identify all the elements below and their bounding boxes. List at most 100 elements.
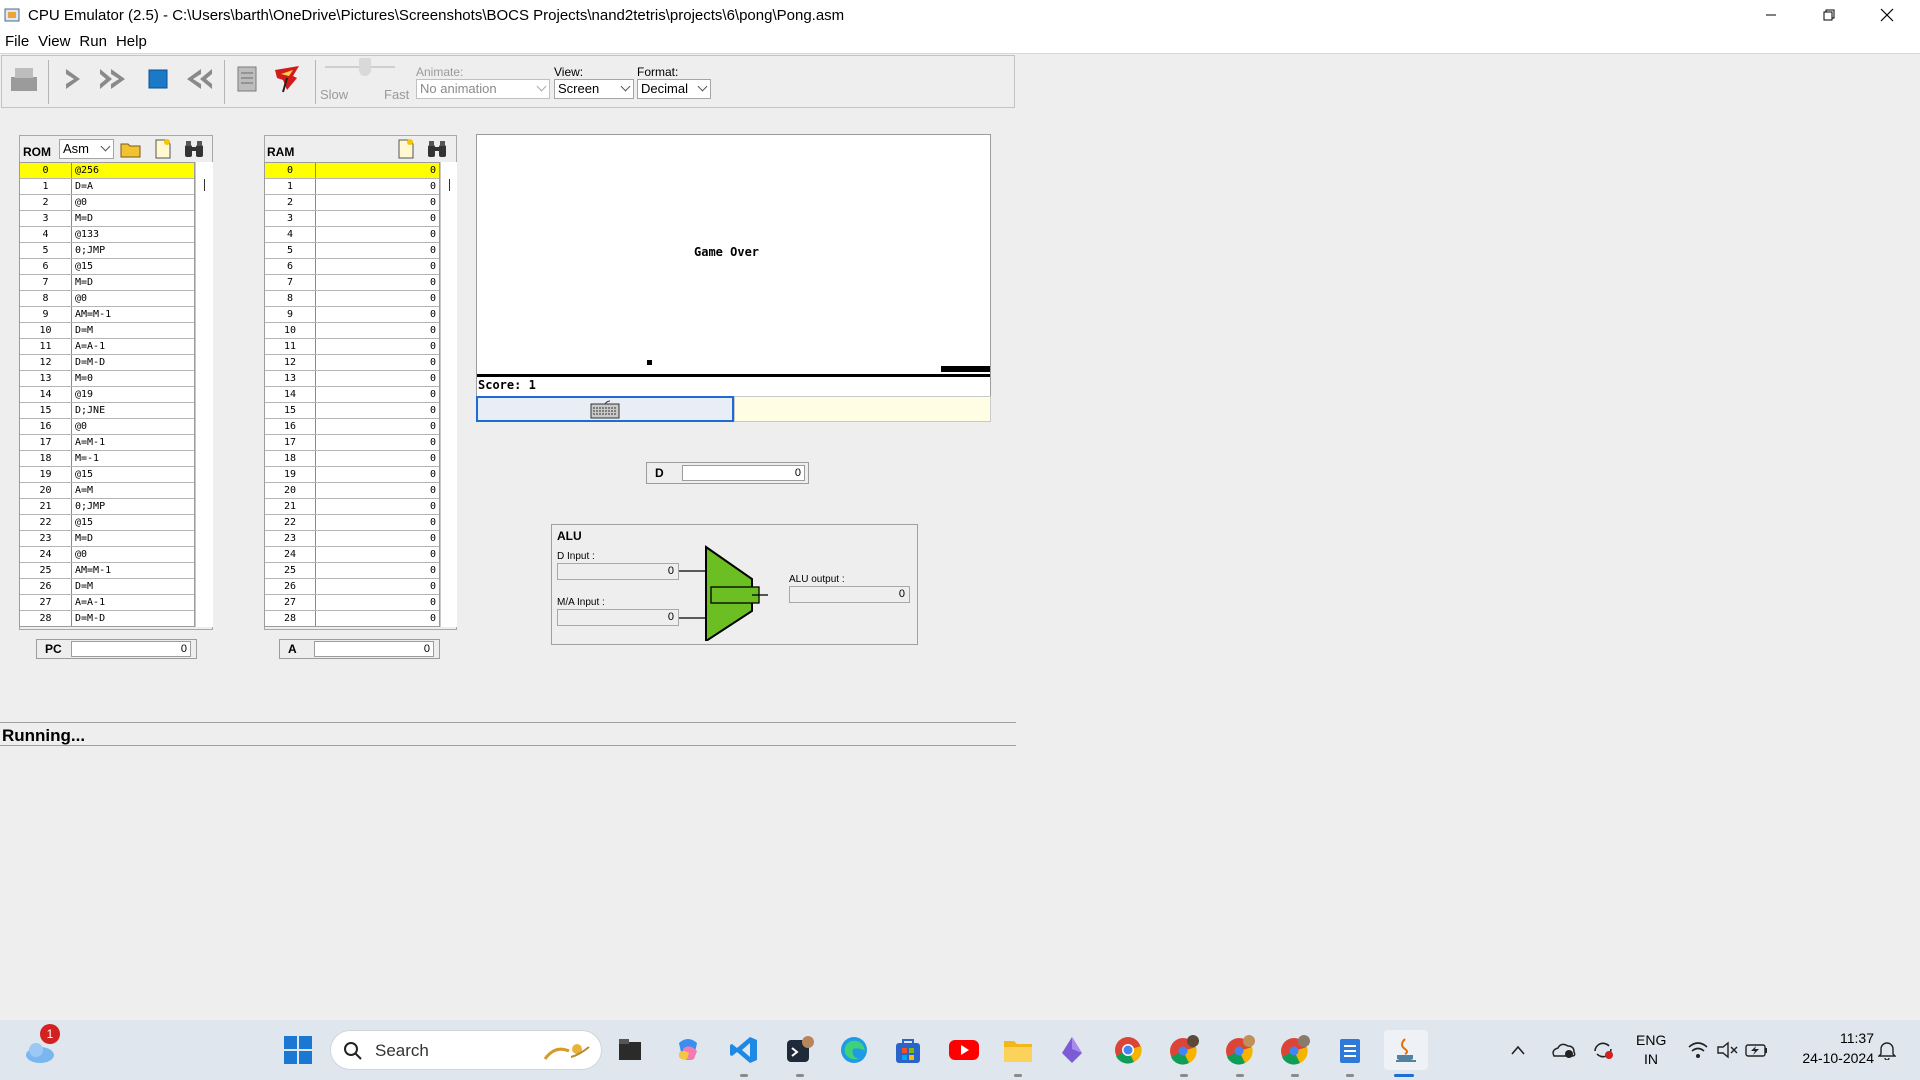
keyboard-input-field[interactable] <box>476 396 734 422</box>
ram-row[interactable]: 40 <box>265 227 439 243</box>
clock-date[interactable]: 24-10-2024 <box>1784 1050 1874 1066</box>
rom-clear-button[interactable] <box>150 136 176 162</box>
taskbar-chrome-profile-3[interactable] <box>1275 1030 1315 1070</box>
rom-value[interactable]: M=-1 <box>72 451 194 466</box>
rom-value[interactable]: @15 <box>72 467 194 482</box>
ram-value[interactable]: 0 <box>316 611 439 626</box>
ram-value[interactable]: 0 <box>316 531 439 546</box>
ram-row[interactable]: 28 0 <box>265 611 439 626</box>
ram-row[interactable]: 20 <box>265 195 439 211</box>
rom-row[interactable]: 21 0;JMP <box>20 499 194 515</box>
rom-row[interactable]: 12 D=M-D <box>20 355 194 371</box>
taskbar-chrome-profile-1[interactable] <box>1164 1030 1204 1070</box>
rom-value[interactable]: M=D <box>72 531 194 546</box>
taskbar-app-purple[interactable] <box>1052 1030 1092 1070</box>
ram-search-button[interactable] <box>424 136 450 162</box>
clock-time[interactable]: 11:37 <box>1790 1030 1874 1046</box>
pc-value[interactable]: 0 <box>71 641 191 657</box>
ram-value[interactable]: 0 <box>316 355 439 370</box>
taskbar-terminal[interactable] <box>780 1030 820 1070</box>
rom-value[interactable]: @133 <box>72 227 194 242</box>
ram-row[interactable]: 23 0 <box>265 531 439 547</box>
language-line-2[interactable]: IN <box>1636 1051 1666 1067</box>
ram-row[interactable]: 24 0 <box>265 547 439 563</box>
rom-value[interactable]: 0;JMP <box>72 499 194 514</box>
animate-select[interactable]: No animation <box>416 79 550 99</box>
rom-value[interactable]: @0 <box>72 547 194 562</box>
rom-value[interactable]: M=0 <box>72 371 194 386</box>
menu-view[interactable]: View <box>38 33 70 50</box>
ram-value[interactable]: 0 <box>316 259 439 274</box>
rom-value[interactable]: A=A-1 <box>72 339 194 354</box>
weather-widget[interactable]: 1 <box>20 1024 60 1070</box>
stop-button[interactable] <box>143 64 173 94</box>
ram-row[interactable]: 70 <box>265 275 439 291</box>
rom-row[interactable]: 19 @15 <box>20 467 194 483</box>
ram-value[interactable]: 0 <box>316 451 439 466</box>
rom-row[interactable]: 20 A=M <box>20 483 194 499</box>
single-step-button[interactable] <box>58 64 88 94</box>
ram-table[interactable]: 0 0 1 0 2 0 3 0 4 0 5 0 6 0 7 0 8 0 9 0 10 0 11 0 12 0 13 0 14 0 15 0 16… <box>264 162 440 627</box>
menu-file[interactable]: File <box>5 33 29 50</box>
ram-value[interactable]: 0 <box>316 515 439 530</box>
restore-button[interactable] <box>1800 0 1858 30</box>
ram-row[interactable]: 27 0 <box>265 595 439 611</box>
rom-value[interactable]: D=M-D <box>72 611 194 626</box>
view-select[interactable]: Screen <box>554 79 634 99</box>
rom-value[interactable]: M=D <box>72 211 194 226</box>
rom-table[interactable]: 0 @256 1 D=A 2 @0 3 M=D 4 @133 5 0;JMP 6 @15 7 M=D 8 @0 9 A… <box>19 162 195 627</box>
battery-tray[interactable] <box>1742 1030 1772 1070</box>
rom-value[interactable]: 0;JMP <box>72 243 194 258</box>
rom-value[interactable]: D=M <box>72 579 194 594</box>
rom-row[interactable]: 5 0;JMP <box>20 243 194 259</box>
ram-row[interactable]: 13 0 <box>265 371 439 387</box>
rom-row[interactable]: 2 @0 <box>20 195 194 211</box>
rom-row[interactable]: 0 @256 <box>20 163 194 179</box>
rom-scrollbar[interactable] <box>195 162 213 627</box>
ram-value[interactable]: 0 <box>316 419 439 434</box>
ram-clear-button[interactable] <box>393 136 419 162</box>
volume-tray[interactable] <box>1712 1030 1742 1070</box>
taskbar-folder[interactable] <box>998 1030 1038 1070</box>
rom-value[interactable]: AM=M-1 <box>72 563 194 578</box>
menu-help[interactable]: Help <box>116 33 147 50</box>
taskbar-chrome[interactable] <box>1108 1030 1148 1070</box>
format-select[interactable]: Decimal <box>637 79 711 99</box>
speed-slider-knob[interactable] <box>359 58 371 76</box>
ram-value[interactable]: 0 <box>316 339 439 354</box>
rom-value[interactable]: A=A-1 <box>72 595 194 610</box>
rom-row[interactable]: 9 AM=M-1 <box>20 307 194 323</box>
ram-row[interactable]: 10 <box>265 179 439 195</box>
ram-row[interactable]: 90 <box>265 307 439 323</box>
rom-row[interactable]: 6 @15 <box>20 259 194 275</box>
rom-row[interactable]: 22 @15 <box>20 515 194 531</box>
ram-value[interactable]: 0 <box>316 307 439 322</box>
rom-row[interactable]: 7 M=D <box>20 275 194 291</box>
rom-row[interactable]: 25 AM=M-1 <box>20 563 194 579</box>
onedrive-tray[interactable] <box>1545 1030 1581 1070</box>
rom-search-button[interactable] <box>181 136 207 162</box>
rom-row[interactable]: 24 @0 <box>20 547 194 563</box>
rom-row[interactable]: 27 A=A-1 <box>20 595 194 611</box>
rom-value[interactable]: @0 <box>72 291 194 306</box>
rom-row[interactable]: 17 A=M-1 <box>20 435 194 451</box>
rom-value[interactable]: @0 <box>72 419 194 434</box>
rom-value[interactable]: @15 <box>72 515 194 530</box>
ram-row[interactable]: 18 0 <box>265 451 439 467</box>
ram-row[interactable]: 22 0 <box>265 515 439 531</box>
ram-row[interactable]: 20 0 <box>265 483 439 499</box>
rom-value[interactable]: D;JNE <box>72 403 194 418</box>
rom-format-select[interactable]: Asm <box>59 139 114 159</box>
rom-value[interactable]: @19 <box>72 387 194 402</box>
rom-row[interactable]: 10 D=M <box>20 323 194 339</box>
a-value[interactable]: 0 <box>314 641 434 657</box>
rom-value[interactable]: M=D <box>72 275 194 290</box>
ram-value[interactable]: 0 <box>316 579 439 594</box>
taskbar-edge[interactable] <box>834 1030 874 1070</box>
taskbar-vscode[interactable] <box>724 1030 764 1070</box>
rom-row[interactable]: 8 @0 <box>20 291 194 307</box>
ram-row[interactable]: 17 0 <box>265 435 439 451</box>
rom-row[interactable]: 23 M=D <box>20 531 194 547</box>
ram-value[interactable]: 0 <box>316 483 439 498</box>
wifi-tray[interactable] <box>1683 1030 1713 1070</box>
